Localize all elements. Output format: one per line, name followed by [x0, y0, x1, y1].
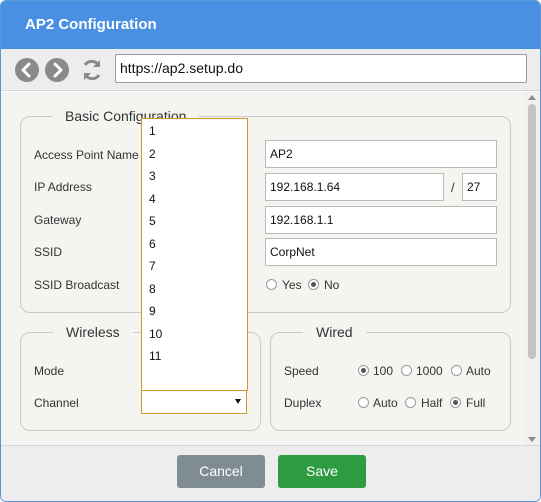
duplex-half-radio[interactable] [405, 397, 416, 408]
speed-auto-radio[interactable] [451, 365, 462, 376]
channel-option[interactable]: 11 [142, 346, 246, 366]
channel-option[interactable]: 8 [142, 279, 246, 299]
channel-select[interactable] [141, 390, 247, 414]
speed-label: Speed [284, 364, 319, 378]
wireless-legend: Wireless [53, 323, 133, 341]
channel-option[interactable]: 5 [142, 211, 246, 231]
scroll-up-icon[interactable] [528, 95, 536, 100]
speed-100-label: 100 [373, 364, 394, 378]
ip-prefix-field[interactable]: 27 [462, 173, 497, 201]
ssid-label: SSID [34, 245, 63, 259]
channel-option[interactable]: 1 [142, 121, 246, 141]
duplex-auto-label: Auto [373, 396, 398, 410]
refresh-icon[interactable] [79, 57, 105, 83]
scroll-thumb[interactable] [528, 104, 536, 359]
channel-option[interactable]: 9 [142, 301, 246, 321]
gateway-field[interactable]: 192.168.1.1 [265, 206, 497, 234]
channel-option[interactable]: 4 [142, 189, 246, 209]
ip-address-field[interactable]: 192.168.1.64 [265, 173, 444, 201]
channel-option[interactable]: 7 [142, 256, 246, 276]
ip-slash: / [451, 180, 455, 195]
forward-icon[interactable] [45, 58, 69, 82]
channel-option[interactable]: 6 [142, 234, 246, 254]
broadcast-no-radio[interactable] [308, 279, 319, 290]
duplex-auto-radio[interactable] [358, 397, 369, 408]
ssid-field[interactable]: CorpNet [265, 238, 497, 266]
channel-option[interactable]: 10 [142, 324, 246, 344]
channel-option[interactable]: 2 [142, 144, 246, 164]
wired-group: Wired [270, 323, 511, 431]
duplex-half-label: Half [421, 396, 443, 410]
footer-bar: Cancel Save [1, 445, 540, 501]
ap-name-label: Access Point Name [34, 148, 139, 162]
broadcast-yes-label: Yes [282, 278, 302, 292]
chevron-down-icon [235, 399, 241, 404]
speed-100-radio[interactable] [358, 365, 369, 376]
speed-auto-label: Auto [466, 364, 491, 378]
gateway-label: Gateway [34, 213, 82, 227]
channel-label: Channel [34, 396, 79, 410]
window-title: AP2 Configuration [1, 1, 540, 49]
broadcast-yes-radio[interactable] [266, 279, 277, 290]
cancel-button[interactable]: Cancel [177, 455, 265, 488]
scroll-down-icon[interactable] [528, 437, 536, 442]
broadcast-no-label: No [324, 278, 340, 292]
duplex-full-radio[interactable] [450, 397, 461, 408]
wired-legend: Wired [303, 323, 366, 341]
ssid-broadcast-label: SSID Broadcast [34, 278, 120, 292]
duplex-label: Duplex [284, 396, 322, 410]
speed-1000-radio[interactable] [401, 365, 412, 376]
back-icon[interactable] [15, 58, 39, 82]
url-bar[interactable]: https://ap2.setup.do [115, 54, 527, 83]
channel-dropdown-list[interactable]: 1 2 3 4 5 6 7 8 9 10 11 [141, 118, 248, 391]
config-window: AP2 Configuration https://ap2.setup.do B… [0, 0, 541, 502]
vertical-scrollbar[interactable] [524, 92, 540, 445]
ip-address-label: IP Address [34, 180, 92, 194]
channel-option[interactable]: 3 [142, 166, 246, 186]
ap-name-field[interactable]: AP2 [265, 140, 497, 168]
mode-label: Mode [34, 364, 65, 378]
speed-1000-label: 1000 [416, 364, 443, 378]
nav-bar: https://ap2.setup.do [1, 49, 540, 91]
duplex-full-label: Full [466, 396, 486, 410]
save-button[interactable]: Save [278, 455, 366, 488]
